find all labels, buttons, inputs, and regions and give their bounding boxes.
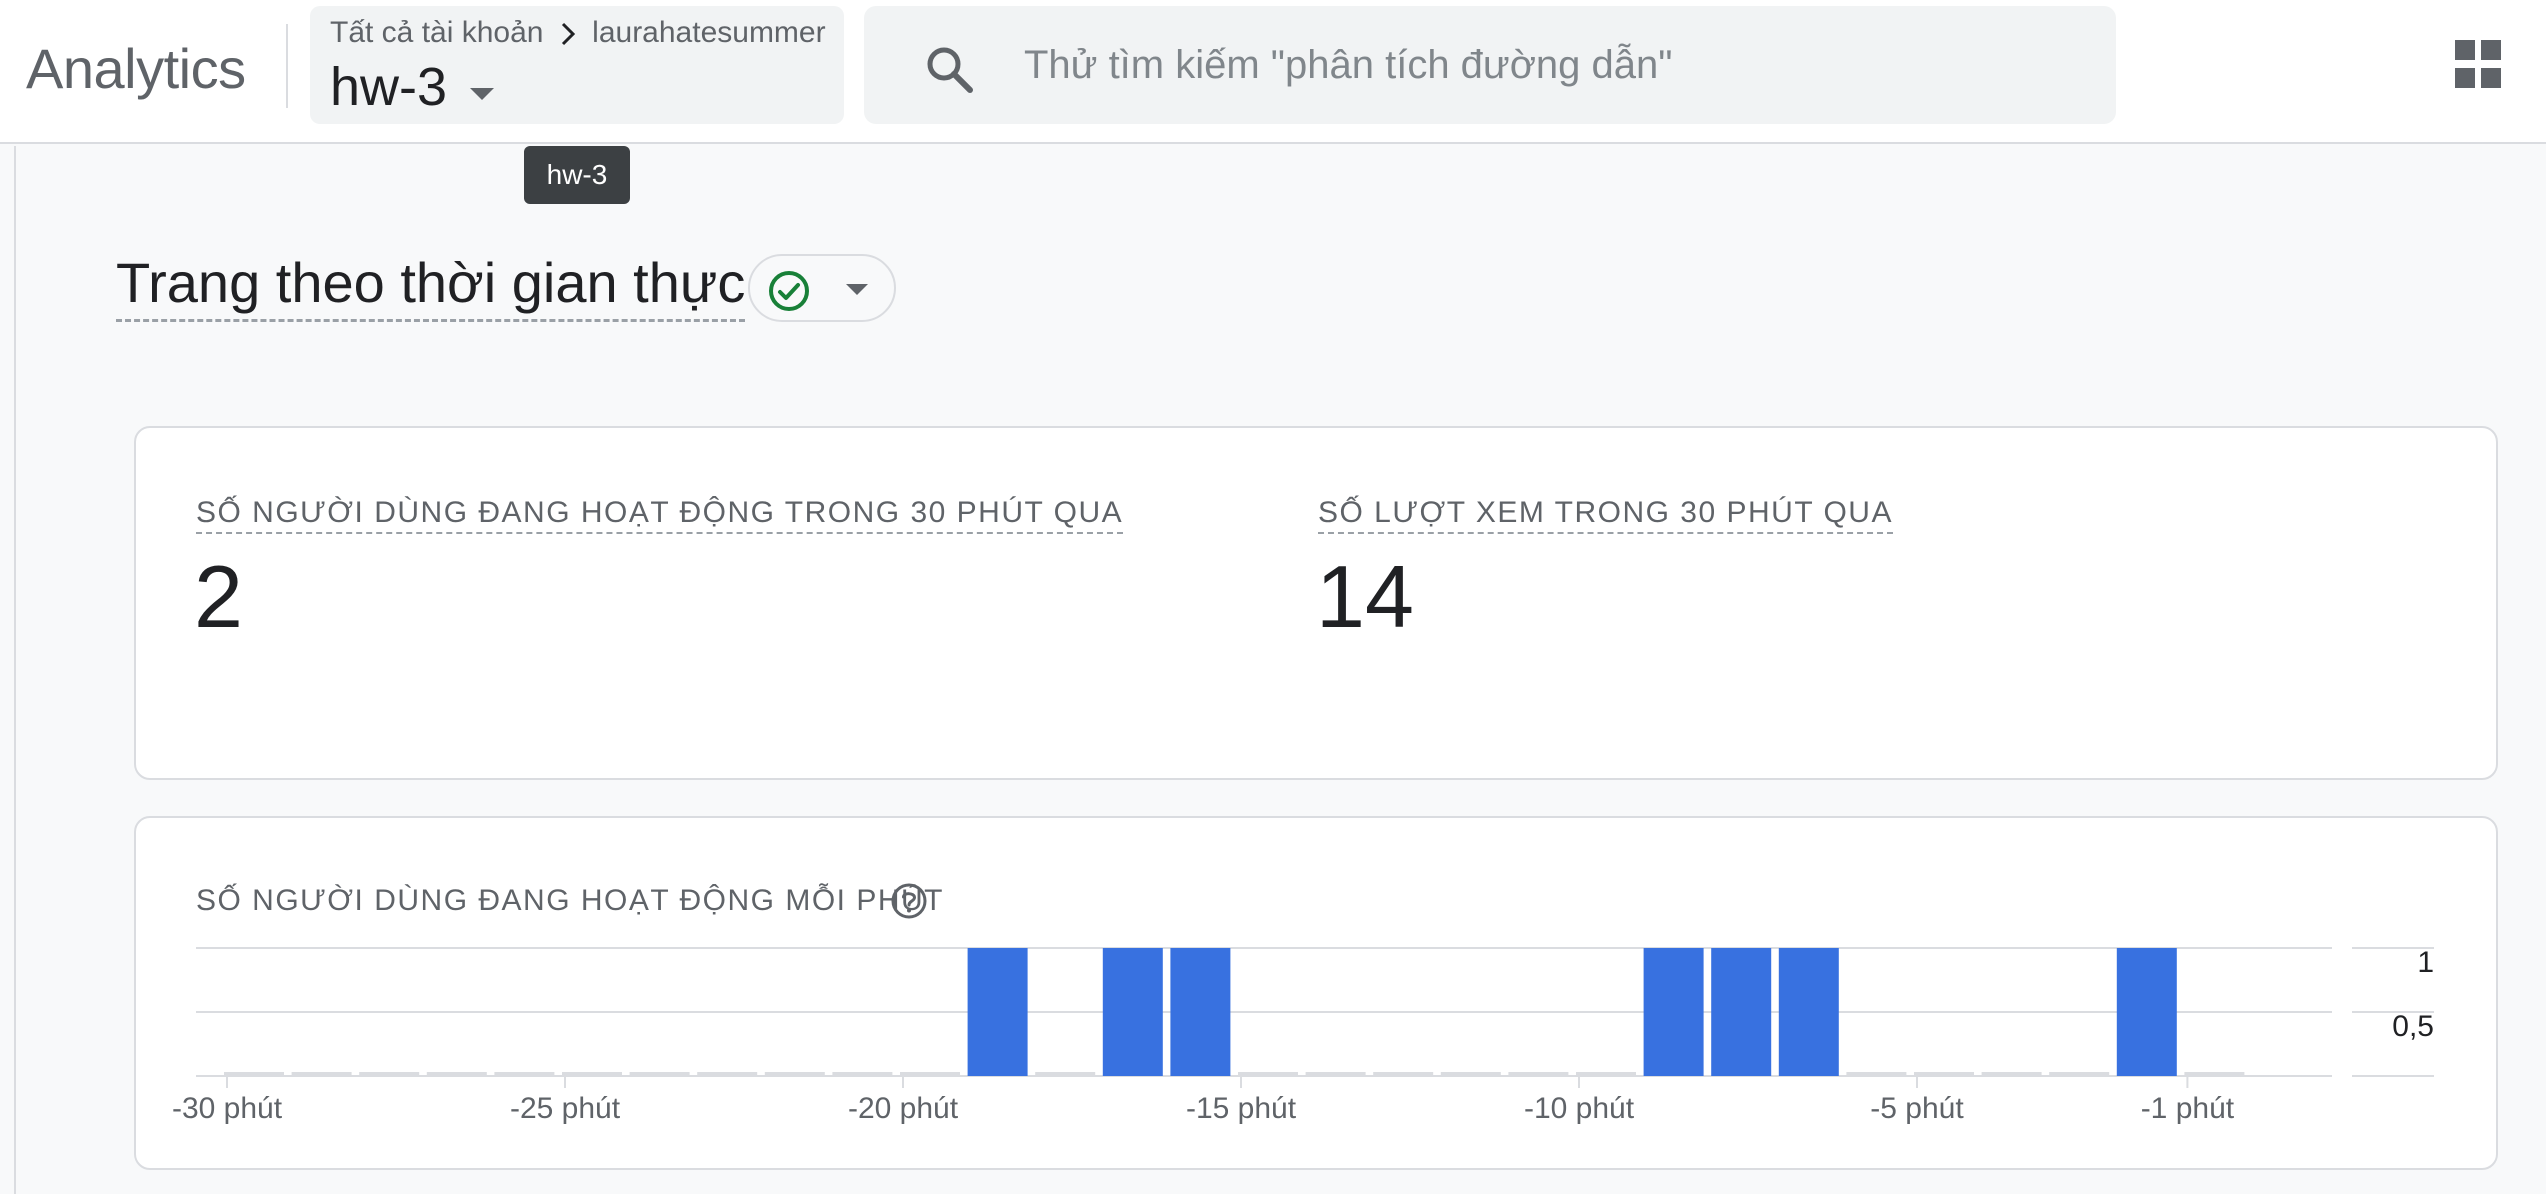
app-title: Analytics <box>26 37 246 100</box>
caret-down-icon <box>846 284 868 295</box>
chart-bar-empty <box>1914 1072 1974 1076</box>
y-axis-tick-label: 0,5 <box>2392 1010 2434 1043</box>
chart-bar <box>1711 948 1772 1076</box>
chart-bar-empty <box>562 1072 622 1076</box>
chart-bar-empty <box>2049 1072 2110 1076</box>
y-axis-tick-label: 1 <box>2417 946 2434 979</box>
chart-bar-empty <box>697 1072 758 1076</box>
top-app-bar: Analytics Tất cả tài khoản laurahatesumm… <box>0 0 2546 144</box>
status-dropdown[interactable] <box>748 254 896 322</box>
chart-bar <box>967 948 1028 1076</box>
chart-bar-empty <box>832 1072 893 1076</box>
views-30min-label[interactable]: SỐ LƯỢT XEM TRONG 30 PHÚT QUA <box>1318 496 1893 534</box>
active-users-30min-value: 2 <box>194 547 243 646</box>
header-divider <box>286 24 288 108</box>
chart-bar-empty <box>1981 1072 2042 1076</box>
chart-bar-empty <box>494 1072 555 1076</box>
chart-bar-empty <box>1238 1072 1298 1076</box>
left-rail-divider <box>14 146 16 1194</box>
active-users-30min-label[interactable]: SỐ NGƯỜI DÙNG ĐANG HOẠT ĐỘNG TRONG 30 PH… <box>196 496 1124 534</box>
page-title[interactable]: Trang theo thời gian thực <box>116 250 746 322</box>
chart-bar-empty <box>1305 1072 1366 1076</box>
chart-bar-empty <box>764 1072 825 1076</box>
chart-bar-empty <box>1035 1072 1096 1076</box>
active-users-per-minute-card: SỐ NGƯỜI DÙNG ĐANG HOẠT ĐỘNG MỖI PHÚT -3… <box>134 816 2498 1170</box>
breadcrumb-item-user: laurahatesummer <box>592 16 826 49</box>
chart-bar <box>2116 948 2177 1076</box>
chart-bar-empty <box>1846 1072 1907 1076</box>
active-users-bar-chart: -30 phút -25 phút -20 phút -15 phút -10 phút… <box>172 946 2434 1125</box>
chart-bar-empty <box>629 1072 690 1076</box>
chart-bar-empty <box>2184 1072 2245 1076</box>
x-axis-tick-label: -5 phút <box>1870 1092 1964 1125</box>
realtime-metrics-card: SỐ NGƯỜI DÙNG ĐANG HOẠT ĐỘNG TRONG 30 PH… <box>134 426 2498 780</box>
search-input[interactable] <box>1022 36 2066 94</box>
check-circle-icon <box>769 271 809 311</box>
property-tooltip: hw-3 <box>524 146 630 204</box>
x-axis-tick-label: -20 phút <box>848 1092 959 1125</box>
search-icon <box>927 47 973 93</box>
chevron-right-icon <box>561 23 575 46</box>
x-axis-tick-label: -10 phút <box>1524 1092 1635 1125</box>
chart-bar <box>1102 948 1163 1076</box>
property-name: hw-3 <box>330 57 448 117</box>
chart-bar <box>1170 948 1231 1076</box>
chart-bar <box>1778 948 1839 1076</box>
chart-bar-empty <box>1508 1072 1569 1076</box>
chart-bar-empty <box>1576 1072 1636 1076</box>
chart-bar-empty <box>291 1072 352 1076</box>
search-bar[interactable] <box>864 6 2116 124</box>
chart-bar-empty <box>224 1072 284 1076</box>
chart-bar-empty <box>1440 1072 1501 1076</box>
chart-bar-empty <box>359 1072 420 1076</box>
x-axis-tick-label: -25 phút <box>510 1092 621 1125</box>
x-axis-tick-label: -1 phút <box>2141 1092 2235 1125</box>
x-axis-tick-label: -30 phút <box>172 1092 283 1125</box>
chart-bar-empty <box>900 1072 960 1076</box>
x-axis-tick-label: -15 phút <box>1186 1092 1297 1125</box>
apps-grid-icon[interactable] <box>2455 40 2501 90</box>
views-30min-value: 14 <box>1316 547 1414 646</box>
property-picker[interactable]: Tất cả tài khoản laurahatesummer hw-3 <box>310 6 844 124</box>
caret-down-icon <box>470 88 494 100</box>
chart-bar-empty <box>426 1072 487 1076</box>
chart-bar <box>1643 948 1704 1076</box>
breadcrumb-item-account: Tất cả tài khoản <box>330 16 544 49</box>
chart-bar-empty <box>1373 1072 1434 1076</box>
breadcrumb: Tất cả tài khoản laurahatesummer <box>330 16 826 50</box>
